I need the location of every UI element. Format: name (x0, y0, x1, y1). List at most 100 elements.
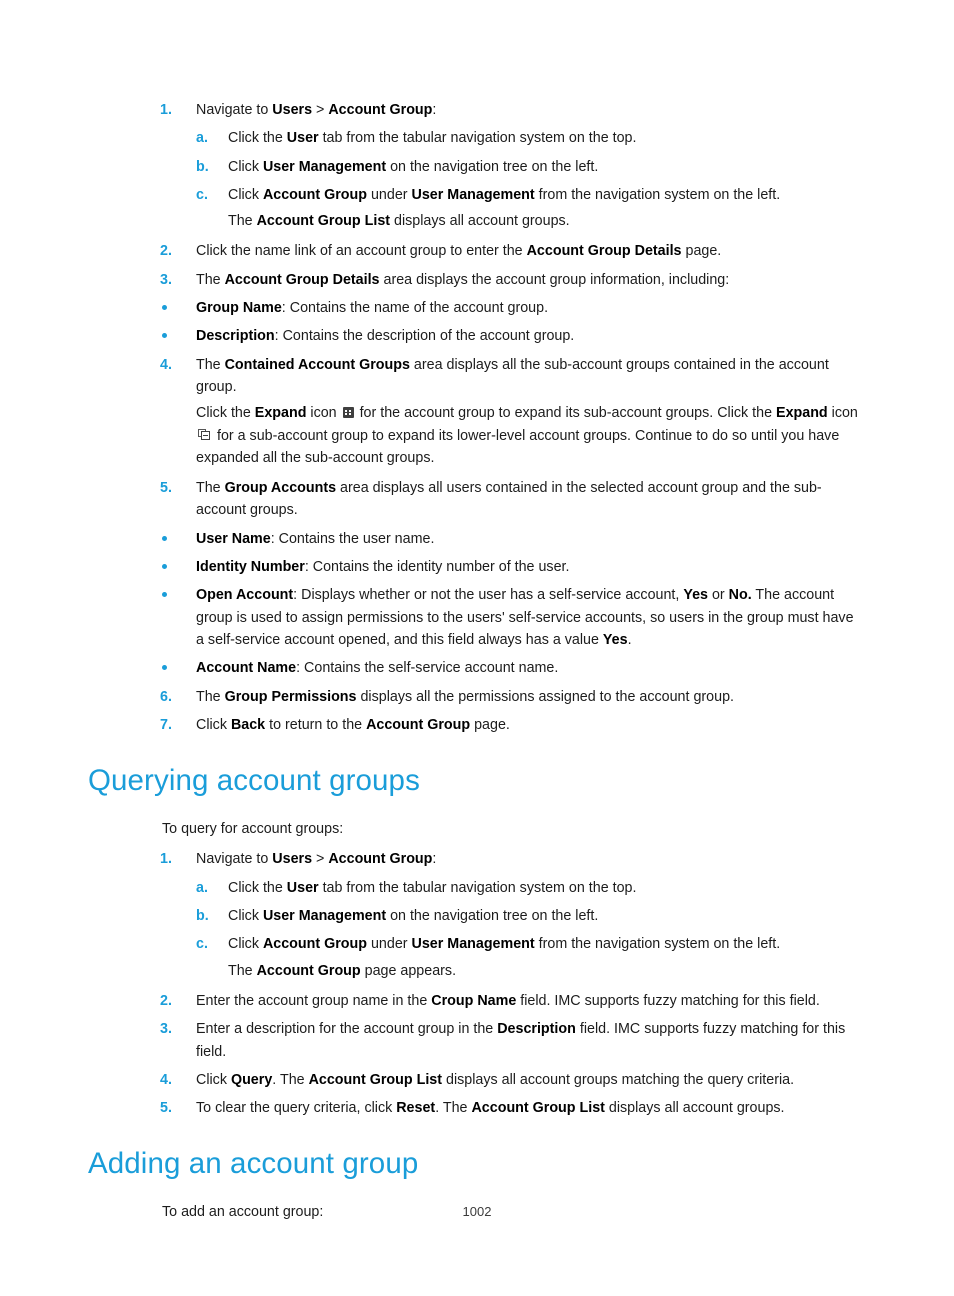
term-group-name: Group Name (196, 300, 282, 317)
substep-text-tail: from the navigation system on the left. (534, 936, 781, 953)
bullet-text: Account Name: Contains the self-service … (196, 660, 558, 676)
list-item: 3. Enter a description for the account g… (0, 1018, 954, 1063)
emphasis-expand: Expand (776, 405, 828, 422)
step-marker: 2. (160, 243, 172, 260)
emphasis-query-button: Query (230, 1071, 273, 1088)
emphasis-user-management: User Management (262, 158, 387, 175)
step-text-mid: > (312, 851, 329, 868)
list-item: 6. The Group Permissions displays all th… (0, 686, 954, 708)
step-text: Click the name link of an account group … (196, 243, 721, 259)
substep-marker: b. (196, 908, 209, 925)
step-text: Click Back to return to the Account Grou… (196, 717, 510, 733)
emphasis-user-management: User Management (411, 186, 535, 203)
bullet-text: Group Name: Contains the name of the acc… (196, 300, 548, 316)
substep-marker: c. (196, 186, 208, 203)
emphasis-yes: Yes (602, 631, 628, 648)
step-marker: 6. (160, 688, 172, 705)
bullet-text-tail: : Contains the identity number of the us… (304, 559, 570, 576)
bullet-text-tail: : Contains the name of the account group… (281, 300, 549, 317)
emphasis-user-management: User Management (262, 908, 387, 925)
step-text-tail: field. IMC supports fuzzy matching for t… (516, 992, 820, 1009)
bullet-text: Identity Number: Contains the identity n… (196, 559, 569, 575)
list-item: 4. Click Query. The Account Group List d… (0, 1069, 954, 1091)
emphasis-user-tab: User (286, 130, 319, 147)
list-item: 7. Click Back to return to the Account G… (0, 714, 954, 736)
step-text-lead: The (196, 480, 225, 497)
substep-text-tail: from the navigation system on the left. (534, 186, 781, 203)
substep-text-lead: Click (228, 186, 263, 203)
page-heading-adding: Adding an account group (88, 1147, 419, 1181)
step-text-tail: : (432, 851, 437, 868)
emphasis-no: No. (728, 587, 752, 604)
substep-text-lead: Click (228, 936, 263, 953)
substep-result-note: The Account Group List displays all acco… (0, 210, 954, 232)
list-item: 2. Enter the account group name in the C… (0, 990, 954, 1012)
step-text-mid: > (312, 102, 329, 118)
bullet-dot-icon (162, 535, 167, 541)
step-text: The Contained Account Groups area displa… (196, 357, 829, 395)
expand-collapse-box-icon (198, 428, 210, 441)
open-account-seg2: or (708, 587, 729, 604)
substep-text-tail: on the navigation tree on the left. (386, 158, 599, 175)
substep-marker: b. (196, 158, 209, 175)
account-group-details-procedure: 1. Navigate to Users > Account Group: a.… (0, 99, 954, 1224)
open-account-seg4: . (627, 631, 632, 648)
page-number: 1002 (462, 1204, 492, 1219)
list-item: 2. Click the name link of an account gro… (0, 240, 954, 262)
step-text-tail: displays all the permissions assigned to… (356, 688, 734, 705)
substep-marker: a. (196, 130, 208, 147)
emphasis-account-group: Account Group (328, 102, 433, 118)
step-text: Navigate to Users > Account Group: (196, 102, 436, 118)
term-description: Description (196, 328, 275, 345)
emphasis-account-group: Account Group (262, 936, 367, 953)
step-marker: 7. (160, 716, 172, 733)
step-marker: 5. (160, 1100, 172, 1117)
emphasis-contained-account-groups: Contained Account Groups (224, 356, 410, 373)
substep-text: Click Account Group under User Managemen… (228, 187, 780, 203)
step-text: Click Query. The Account Group List disp… (196, 1072, 794, 1088)
emphasis-account-group-details: Account Group Details (526, 243, 682, 260)
substep-marker: a. (196, 879, 208, 896)
open-account-seg1: : Displays whether or not the user has a… (293, 587, 684, 604)
step-marker: 4. (160, 1071, 172, 1088)
expand-note-seg5: for a sub-account group to expand its lo… (196, 427, 840, 466)
note-lead: The (228, 213, 257, 230)
substep-text-tail: tab from the tabular navigation system o… (318, 879, 637, 896)
list-item: Group Name: Contains the name of the acc… (0, 297, 954, 319)
bullet-text-tail: : Contains the description of the accoun… (274, 328, 575, 345)
substep-text-lead: Click the (228, 130, 287, 147)
expand-note-seg4: icon (827, 405, 858, 422)
step-text-lead: Navigate to (196, 102, 273, 118)
step-text-tail: displays all account groups. (604, 1100, 785, 1117)
step-text-lead: Click (196, 716, 231, 733)
list-item: Open Account: Displays whether or not th… (0, 584, 954, 651)
substep-result-note: The Account Group page appears. (0, 960, 954, 982)
step-text-lead: The (196, 356, 225, 373)
page-footer: 1002 (0, 1204, 954, 1219)
substep-text-tail: tab from the tabular navigation system o… (318, 130, 637, 147)
list-item: User Name: Contains the user name. (0, 528, 954, 550)
emphasis-account-group-list: Account Group List (471, 1100, 605, 1117)
step-text-lead: The (196, 688, 225, 705)
emphasis-account-group: Account Group (366, 716, 471, 733)
substep-text-lead: Click the (228, 879, 287, 896)
list-item: Description: Contains the description of… (0, 325, 954, 347)
list-item: 5. The Group Accounts area displays all … (0, 477, 954, 522)
list-item: 5. To clear the query criteria, click Re… (0, 1097, 954, 1119)
expand-note-seg1: Click the (196, 405, 255, 422)
term-user-name: User Name (196, 530, 271, 547)
step-text-tail: area displays the account group informat… (379, 271, 730, 288)
emphasis-yes: Yes (683, 587, 708, 604)
step-text-lead: To clear the query criteria, click (196, 1100, 397, 1117)
bullet-text: User Name: Contains the user name. (196, 531, 434, 547)
step-text-tail: : (432, 102, 437, 118)
step-text-tail: page. (681, 243, 722, 260)
substep-text: Click User Management on the navigation … (228, 159, 598, 175)
emphasis-account-group-list: Account Group List (256, 213, 391, 230)
emphasis-expand: Expand (254, 405, 307, 422)
emphasis-back: Back (230, 716, 266, 733)
expand-note-seg3: for the account group to expand its sub-… (355, 405, 777, 422)
step-text: Navigate to Users > Account Group: (196, 851, 436, 867)
page-heading-querying: Querying account groups (88, 764, 420, 798)
bullet-dot-icon (162, 665, 167, 671)
